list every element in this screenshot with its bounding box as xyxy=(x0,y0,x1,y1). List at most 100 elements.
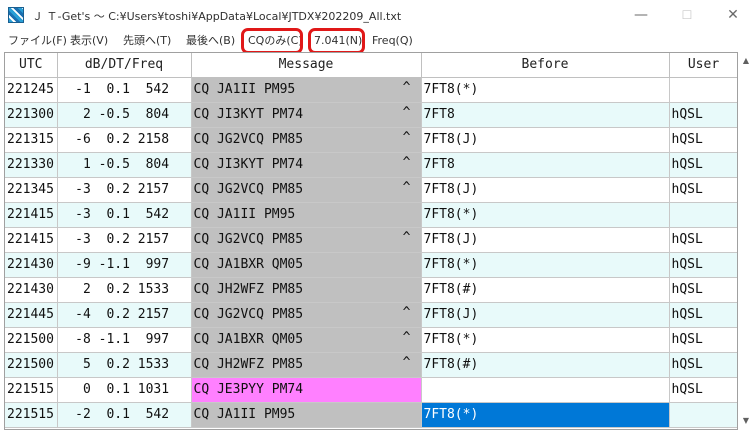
table-row[interactable]: 221345 -3 0.2 2157 CQ JG2VCQ PM85 ^ 7FT8(… xyxy=(5,177,737,203)
maximize-button[interactable]: ☐ xyxy=(664,0,710,30)
before-cell xyxy=(421,377,670,403)
table-row[interactable]: 221300 2 -0.5 804 CQ JI3KYT PM74 ^ 7FT8 h… xyxy=(5,102,737,128)
user-cell: hQSL xyxy=(669,227,737,253)
log-table: UTC dB/DT/Freq Message Before User 22124… xyxy=(5,53,737,428)
column-header-before[interactable]: Before xyxy=(421,53,670,78)
highlight-box-frequency xyxy=(308,28,365,54)
db-dt-freq-cell: 5 0.2 1533 xyxy=(57,352,192,378)
message-text: CQ JH2WFZ PM85 xyxy=(193,357,304,372)
highlight-box-cq-only xyxy=(241,28,303,54)
menu-file[interactable]: ファイル(F) xyxy=(8,33,67,49)
message-cell: CQ JH2WFZ PM85 ^ xyxy=(191,352,422,378)
message-text: CQ JA1II PM95 xyxy=(193,207,296,222)
db-dt-freq-cell: -3 0.1 542 xyxy=(57,202,192,228)
db-dt-freq-cell: 1 -0.5 804 xyxy=(57,152,192,178)
db-dt-freq-cell: 2 0.2 1533 xyxy=(57,277,192,303)
message-text: CQ JI3KYT PM74 xyxy=(193,107,304,122)
caret-marker: ^ xyxy=(402,354,411,370)
before-cell: 7FT8(*) xyxy=(421,77,670,103)
caret-marker: ^ xyxy=(402,304,411,320)
before-cell: 7FT8(J) xyxy=(421,302,670,328)
message-cell: CQ JA1BXR QM05 ^ xyxy=(191,327,422,353)
db-dt-freq-cell: -2 0.1 542 xyxy=(57,402,192,428)
message-cell: CQ JA1II PM95 xyxy=(191,402,422,428)
db-dt-freq-cell: -9 -1.1 997 xyxy=(57,252,192,278)
utc-cell: 221330 xyxy=(5,152,58,178)
menu-go-bottom[interactable]: 最後へ(B) xyxy=(186,33,235,49)
table-row[interactable]: 221445 -4 0.2 2157 CQ JG2VCQ PM85 ^ 7FT8(… xyxy=(5,302,737,328)
utc-cell: 221415 xyxy=(5,227,58,253)
menu-go-top[interactable]: 先頭へ(T) xyxy=(123,33,171,49)
utc-cell: 221500 xyxy=(5,352,58,378)
user-cell: hQSL xyxy=(669,127,737,153)
message-cell: CQ JG2VCQ PM85 ^ xyxy=(191,127,422,153)
user-cell xyxy=(669,402,737,428)
window-title: Ｊ Ｔ-Get's 〜 C:¥Users¥toshi¥AppData¥Local… xyxy=(32,10,402,23)
message-text: CQ JA1BXR QM05 xyxy=(193,332,304,347)
user-cell: hQSL xyxy=(669,377,737,403)
before-cell: 7FT8(J) xyxy=(421,177,670,203)
title-bar: Ｊ Ｔ-Get's 〜 C:¥Users¥toshi¥AppData¥Local… xyxy=(0,0,756,30)
user-cell: hQSL xyxy=(669,302,737,328)
before-cell: 7FT8(J) xyxy=(421,127,670,153)
log-grid[interactable]: UTC dB/DT/Freq Message Before User 22124… xyxy=(4,52,738,430)
message-cell: CQ JA1BXR QM05 xyxy=(191,252,422,278)
message-cell: CQ JG2VCQ PM85 ^ xyxy=(191,302,422,328)
caret-marker: ^ xyxy=(402,154,411,170)
message-text: CQ JG2VCQ PM85 xyxy=(193,232,304,247)
table-row[interactable]: 221430 -9 -1.1 997 CQ JA1BXR QM05 7FT8(*… xyxy=(5,252,737,278)
column-header-db-dt-freq[interactable]: dB/DT/Freq xyxy=(57,53,192,78)
before-cell-selected[interactable]: 7FT8(*) xyxy=(421,402,670,428)
message-cell: CQ JH2WFZ PM85 xyxy=(191,277,422,303)
close-button[interactable]: ✕ xyxy=(710,0,756,30)
db-dt-freq-cell: -8 -1.1 997 xyxy=(57,327,192,353)
user-cell xyxy=(669,202,737,228)
caret-marker: ^ xyxy=(402,329,411,345)
column-header-utc[interactable]: UTC xyxy=(5,53,58,78)
caret-marker: ^ xyxy=(402,179,411,195)
menu-view[interactable]: 表示(V) xyxy=(70,33,108,49)
caret-marker: ^ xyxy=(402,229,411,245)
vertical-scrollbar[interactable]: ▲ ▼ xyxy=(739,52,753,430)
user-cell: hQSL xyxy=(669,252,737,278)
message-cell: CQ JI3KYT PM74 ^ xyxy=(191,152,422,178)
db-dt-freq-cell: 0 0.1 1031 xyxy=(57,377,192,403)
utc-cell: 221345 xyxy=(5,177,58,203)
column-header-message[interactable]: Message xyxy=(191,53,422,78)
message-text: CQ JA1BXR QM05 xyxy=(193,257,304,272)
utc-cell: 221245 xyxy=(5,77,58,103)
table-row[interactable]: 221430 2 0.2 1533 CQ JH2WFZ PM85 7FT8(#)… xyxy=(5,277,737,303)
menu-freq[interactable]: Freq(Q) xyxy=(372,33,413,49)
header-row: UTC dB/DT/Freq Message Before User xyxy=(5,53,737,78)
table-row[interactable]: 221500 5 0.2 1533 CQ JH2WFZ PM85 ^ 7FT8(#… xyxy=(5,352,737,378)
table-row[interactable]: 221415 -3 0.1 542 CQ JA1II PM95 7FT8(*) xyxy=(5,202,737,228)
before-cell: 7FT8(*) xyxy=(421,252,670,278)
before-cell: 7FT8 xyxy=(421,152,670,178)
user-cell: hQSL xyxy=(669,177,737,203)
message-cell: CQ JG2VCQ PM85 ^ xyxy=(191,177,422,203)
scroll-down-arrow-icon[interactable]: ▼ xyxy=(739,414,753,428)
table-row[interactable]: 221330 1 -0.5 804 CQ JI3KYT PM74 ^ 7FT8 h… xyxy=(5,152,737,178)
message-text: CQ JA1II PM95 xyxy=(193,82,296,97)
table-row-selected[interactable]: 221515 -2 0.1 542 CQ JA1II PM95 7FT8(*) xyxy=(5,402,737,428)
user-cell xyxy=(669,77,737,103)
table-row[interactable]: 221245 -1 0.1 542 CQ JA1II PM95 ^ 7FT8(*) xyxy=(5,77,737,103)
user-cell: hQSL xyxy=(669,327,737,353)
utc-cell: 221430 xyxy=(5,277,58,303)
utc-cell: 221300 xyxy=(5,102,58,128)
message-text: CQ JH2WFZ PM85 xyxy=(193,282,304,297)
utc-cell: 221515 xyxy=(5,402,58,428)
table-row[interactable]: 221315 -6 0.2 2158 CQ JG2VCQ PM85 ^ 7FT8(… xyxy=(5,127,737,153)
utc-cell: 221500 xyxy=(5,327,58,353)
message-cell: CQ JG2VCQ PM85 ^ xyxy=(191,227,422,253)
message-cell: CQ JA1II PM95 xyxy=(191,202,422,228)
table-row[interactable]: 221415 -3 0.2 2157 CQ JG2VCQ PM85 ^ 7FT8(… xyxy=(5,227,737,253)
before-cell: 7FT8(*) xyxy=(421,202,670,228)
minimize-button[interactable]: — xyxy=(618,0,664,30)
db-dt-freq-cell: -3 0.2 2157 xyxy=(57,177,192,203)
message-text: CQ JI3KYT PM74 xyxy=(193,157,304,172)
table-row[interactable]: 221500 -8 -1.1 997 CQ JA1BXR QM05 ^ 7FT8(… xyxy=(5,327,737,353)
table-row[interactable]: 221515 0 0.1 1031 CQ JE3PYY PM74 hQSL xyxy=(5,377,737,403)
scroll-up-arrow-icon[interactable]: ▲ xyxy=(739,54,753,68)
column-header-user[interactable]: User xyxy=(669,53,737,78)
